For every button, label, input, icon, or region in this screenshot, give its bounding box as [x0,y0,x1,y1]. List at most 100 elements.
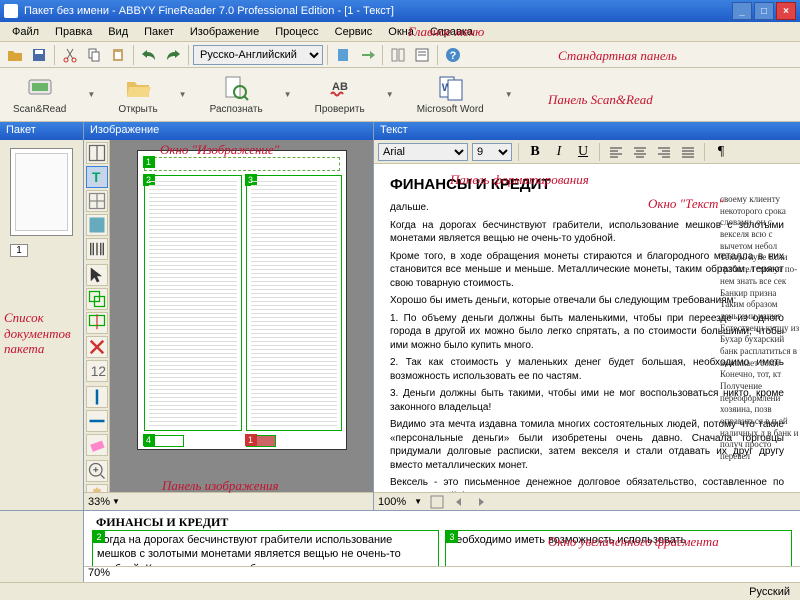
align-left-button[interactable] [606,142,626,162]
app-icon [4,4,18,18]
zoom-heading: ФИНАНСЫ И КРЕДИТ [92,515,792,530]
table-tool-icon[interactable] [86,190,108,212]
msword-button[interactable]: W Microsoft Word [410,71,491,118]
svg-text:T: T [92,170,101,185]
menu-image[interactable]: Изображение [182,24,267,40]
nav-icon[interactable] [430,495,444,509]
separator [188,45,189,65]
maximize-button[interactable]: □ [754,2,774,20]
svg-text:AB: AB [332,81,348,93]
properties-icon[interactable] [411,44,433,66]
recognition-region[interactable]: 4 [144,435,184,447]
undo-icon[interactable] [138,44,160,66]
save-icon[interactable] [28,44,50,66]
region-number: 3 [446,531,458,543]
image-status-bar: 33% ▼ [84,492,373,510]
separator [382,45,383,65]
zoom-canvas[interactable]: ФИНАНСЫ И КРЕДИТ 2 Когда на дорогах бесч… [84,511,800,566]
add-part-tool-icon[interactable] [86,288,108,310]
region-number: 2 [93,531,105,543]
zoom-dropdown-icon[interactable]: ▼ [414,497,422,506]
menu-windows[interactable]: Окна [380,24,422,40]
spellcheck-icon: AB [326,74,354,102]
zoom-region: 3 необходимо иметь возможность использов… [445,530,792,566]
delete-tool-icon[interactable] [86,336,108,358]
dropdown-icon[interactable]: ▼ [505,90,515,99]
menu-help[interactable]: Справка [422,24,481,40]
font-family-select[interactable]: Arial [378,143,468,161]
prev-icon[interactable] [452,495,466,509]
cut-part-tool-icon[interactable] [86,312,108,334]
align-right-button[interactable] [654,142,674,162]
text-editor[interactable]: ФИНАНСЫ И КРЕДИТ дальше. Когда на дорога… [374,164,800,492]
barcode-tool-icon[interactable] [86,238,108,260]
eraser-tool-icon[interactable] [86,434,108,456]
cut-icon[interactable] [59,44,81,66]
language-select[interactable]: Русско-Английский [193,45,323,65]
image-zoom-level: 33% [88,496,110,508]
open-button[interactable]: Открыть [111,71,164,118]
renumber-tool-icon[interactable]: 12 [86,360,108,382]
dropdown-icon[interactable]: ▼ [284,90,294,99]
recognition-region[interactable]: 1 [246,435,276,447]
zoom-dropdown-icon[interactable]: ▼ [112,497,120,506]
italic-button[interactable]: I [549,142,569,162]
recognize-icon [222,74,250,102]
minimize-button[interactable]: _ [732,2,752,20]
hand-tool-icon[interactable] [86,484,108,492]
menu-edit[interactable]: Правка [47,24,100,40]
text-zoom-level: 100% [378,496,406,508]
menu-batch[interactable]: Пакет [136,24,182,40]
dropdown-icon[interactable]: ▼ [386,90,396,99]
separator [518,143,519,161]
font-size-select[interactable]: 9 [472,143,512,161]
scan-icon [26,74,54,102]
separator [599,143,600,161]
dropdown-icon[interactable]: ▼ [179,90,189,99]
underline-button[interactable]: U [573,142,593,162]
add-vertical-tool-icon[interactable] [86,386,108,408]
scan-and-read-button[interactable]: Scan&Read [6,71,73,118]
recognition-region[interactable]: 1 [144,157,340,171]
image-canvas[interactable]: 1 2 3 4 1 [110,140,373,492]
copy-icon[interactable] [83,44,105,66]
goto-icon[interactable] [356,44,378,66]
zoom-in-tool-icon[interactable] [86,460,108,482]
msword-icon: W [436,74,464,102]
window-titlebar: Пакет без имени - ABBYY FineReader 7.0 P… [0,0,800,22]
image-toolbar: T 12 [84,140,110,492]
menu-bar: Файл Правка Вид Пакет Изображение Процес… [0,22,800,42]
align-center-button[interactable] [630,142,650,162]
check-button[interactable]: AB Проверить [308,71,372,118]
dropdown-icon[interactable]: ▼ [87,90,97,99]
recognize-button[interactable]: Распознать [203,71,270,118]
text-block-tool-icon[interactable]: T [86,166,108,188]
pointer-tool-icon[interactable] [86,264,108,286]
pilcrow-button[interactable]: ¶ [711,142,731,162]
layout-icon[interactable] [387,44,409,66]
folder-open-icon [124,74,152,102]
add-horizontal-tool-icon[interactable] [86,410,108,432]
bold-button[interactable]: B [525,142,545,162]
redo-icon[interactable] [162,44,184,66]
help-icon[interactable]: ? [442,44,464,66]
page-thumbnail[interactable] [10,148,73,236]
text-panel-title: Текст [374,122,800,140]
menu-view[interactable]: Вид [100,24,136,40]
dictionary-icon[interactable] [332,44,354,66]
menu-process[interactable]: Процесс [267,24,326,40]
paste-icon[interactable] [107,44,129,66]
close-button[interactable]: × [776,2,796,20]
text-side-column: своему клиенту некоторого срока словами,… [720,194,800,463]
next-icon[interactable] [474,495,488,509]
align-justify-button[interactable] [678,142,698,162]
layout-tool-icon[interactable] [86,142,108,164]
recognition-region[interactable]: 2 [144,175,242,431]
menu-service[interactable]: Сервис [327,24,381,40]
thumbnail-preview [15,153,68,231]
open-icon[interactable] [4,44,26,66]
text-status-bar: 100% ▼ [374,492,800,510]
image-block-tool-icon[interactable] [86,214,108,236]
recognition-region[interactable]: 3 [246,175,342,431]
menu-file[interactable]: Файл [4,24,47,40]
